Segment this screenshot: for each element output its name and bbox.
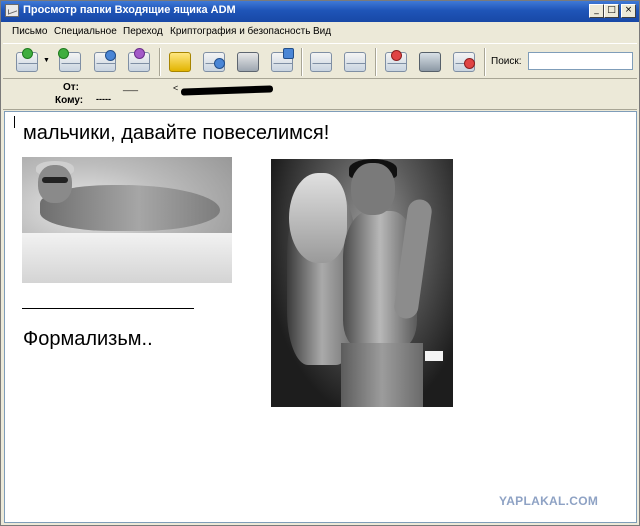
message-caption: Формализьм.. [23, 328, 153, 350]
forward-badge-icon [134, 48, 145, 59]
reply-all-button[interactable] [56, 48, 84, 76]
search-label: Поиск: [491, 56, 522, 67]
redacted-address [180, 85, 274, 96]
print-button[interactable] [234, 48, 262, 76]
delete-button[interactable] [382, 48, 410, 76]
photo-jeans [341, 343, 423, 407]
maximize-button[interactable]: □ [604, 4, 619, 18]
next-message-button[interactable] [341, 48, 369, 76]
message-body[interactable]: мальчики, давайте повеселимся! Формализь… [4, 111, 637, 523]
save-badge-icon [283, 48, 294, 59]
find-button[interactable] [200, 48, 228, 76]
save-button[interactable] [268, 48, 296, 76]
receive-button[interactable] [13, 48, 41, 76]
toolbar-separator [301, 48, 303, 76]
receive-dropdown-icon[interactable]: ▼ [43, 57, 50, 64]
trash-icon [419, 52, 441, 72]
envelope-down-icon [344, 52, 366, 72]
watermark-logo: YAPLAKAL.COM [499, 494, 599, 508]
menu-letter[interactable]: Письмо [12, 26, 47, 37]
block-badge-icon [464, 58, 475, 69]
delete-badge-icon [391, 50, 402, 61]
photo-sunglasses [42, 177, 68, 183]
to-value: ----- [96, 94, 111, 104]
from-value: ___ [123, 81, 139, 91]
reply-all-badge-icon [58, 48, 69, 59]
from-address-prefix: < [173, 83, 179, 93]
window-title: Просмотр папки Входящие ящика ADM [23, 4, 236, 16]
notes-button[interactable] [166, 48, 194, 76]
photo-sheet [22, 233, 232, 283]
menu-view[interactable]: Вид [313, 26, 331, 37]
forward-button[interactable] [125, 48, 153, 76]
search-input[interactable] [528, 52, 633, 70]
photo-man-head [351, 163, 395, 215]
message-header: От: ___ < Кому: ----- [3, 80, 637, 110]
photo-couple [271, 159, 453, 407]
printer-icon [237, 52, 259, 72]
photo-head [38, 165, 72, 203]
to-label: Кому: [55, 95, 84, 106]
photo-wristband [425, 351, 443, 361]
spam-button[interactable] [450, 48, 478, 76]
menu-special[interactable]: Специальное [54, 26, 117, 37]
trash-button[interactable] [416, 48, 444, 76]
search-badge-icon [214, 58, 225, 69]
text-caret [14, 116, 15, 128]
toolbar: ▼ Поиск: [3, 43, 637, 79]
mail-viewer-window: Просмотр папки Входящие ящика ADM _ □ × … [0, 0, 640, 526]
reply-button[interactable] [91, 48, 119, 76]
mail-app-icon [5, 4, 19, 17]
title-bar[interactable]: Просмотр папки Входящие ящика ADM _ □ × [1, 1, 639, 22]
menu-bar: Письмо Специальное Переход Криптография … [3, 23, 637, 42]
sticky-note-icon [169, 52, 191, 72]
message-headline: мальчики, давайте повеселимся! [23, 122, 330, 144]
divider-line [22, 308, 194, 309]
toolbar-separator [375, 48, 377, 76]
minimize-button[interactable]: _ [589, 4, 604, 18]
menu-go[interactable]: Переход [123, 26, 163, 37]
menu-crypto[interactable]: Криптография и безопасность [170, 26, 310, 37]
toolbar-separator [159, 48, 161, 76]
prev-message-button[interactable] [307, 48, 335, 76]
reply-badge-icon [105, 50, 116, 61]
photo-man-in-bed [22, 157, 232, 283]
envelope-up-icon [310, 52, 332, 72]
toolbar-separator [484, 48, 486, 76]
close-button[interactable]: × [621, 4, 636, 18]
from-label: От: [63, 82, 80, 93]
download-badge-icon [22, 48, 33, 59]
photo-woman-hair [289, 173, 347, 263]
